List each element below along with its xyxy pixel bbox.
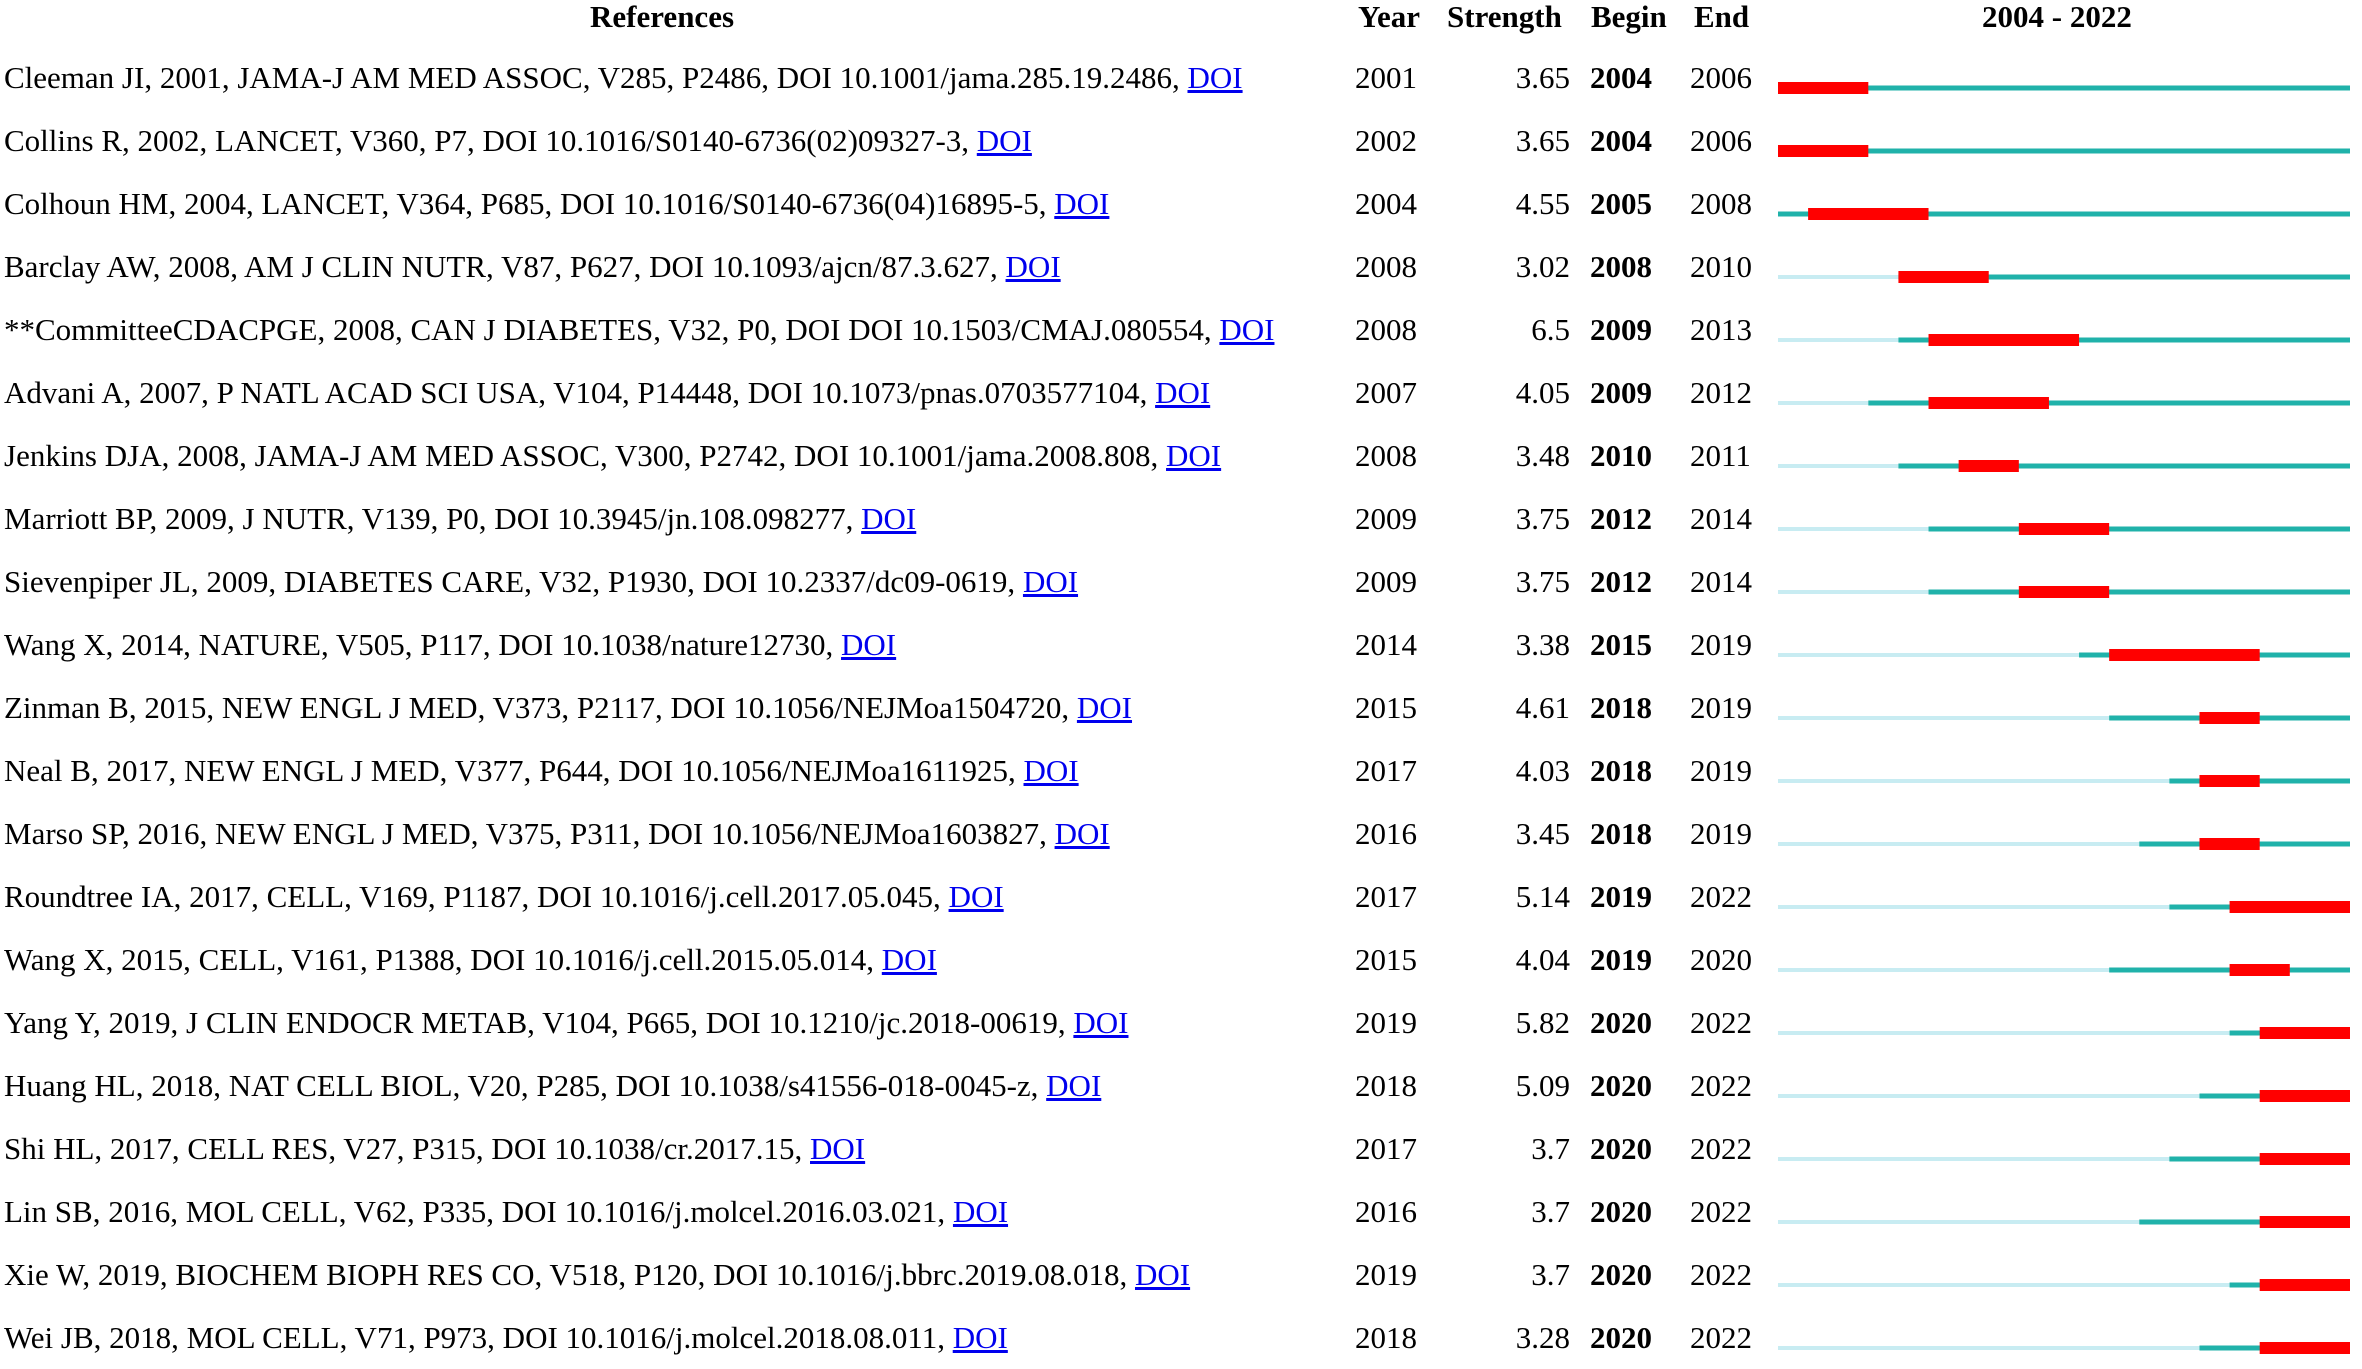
timeline-active-segment <box>1928 526 2350 532</box>
burst-segment <box>2259 1090 2350 1102</box>
timeline-inactive-segment <box>1778 905 2170 909</box>
burst-segment <box>2199 775 2260 787</box>
burst-segment <box>1928 334 2080 346</box>
timeline-inactive-segment <box>1778 1031 2230 1035</box>
burst-segment <box>2259 1279 2350 1291</box>
burst-segment <box>2259 1153 2350 1165</box>
timeline-inactive-segment <box>1778 401 1869 405</box>
burst-segment <box>2018 523 2110 535</box>
burst-segment <box>1928 397 2049 409</box>
burst-segment <box>1958 460 2019 472</box>
timeline-inactive-segment <box>1778 275 1899 279</box>
burst-segment <box>2259 1027 2350 1039</box>
timeline-inactive-segment <box>1778 1220 2140 1224</box>
burst-segment <box>1898 271 1989 283</box>
timeline-inactive-segment <box>1778 842 2140 846</box>
timeline-inactive-segment <box>1778 1346 2200 1350</box>
timeline-inactive-segment <box>1778 338 1899 342</box>
timeline-inactive-segment <box>1778 1094 2200 1098</box>
burst-segment <box>2109 649 2260 661</box>
timeline-inactive-segment <box>1778 527 1929 531</box>
timeline-inactive-segment <box>1778 1283 2230 1287</box>
burst-segment <box>1778 82 1869 94</box>
timeline-inactive-segment <box>1778 464 1899 468</box>
timeline-inactive-segment <box>1778 1157 2170 1161</box>
burst-segment <box>2229 901 2350 913</box>
burst-segment <box>1808 208 1929 220</box>
timeline-inactive-segment <box>1778 590 1929 594</box>
timeline-inactive-segment <box>1778 968 2110 972</box>
burst-segment <box>2259 1342 2350 1354</box>
burst-segment <box>2199 838 2260 850</box>
burst-segment <box>1778 145 1869 157</box>
burst-segment <box>2259 1216 2350 1228</box>
timeline-inactive-segment <box>1778 779 2170 783</box>
burst-timeline <box>1778 82 2350 1354</box>
timeline-inactive-segment <box>1778 716 2110 720</box>
burst-segment <box>2199 712 2260 724</box>
burst-segment <box>2018 586 2110 598</box>
timeline-inactive-segment <box>1778 653 2080 657</box>
timeline-active-segment <box>1928 589 2350 595</box>
burst-segment <box>2229 964 2290 976</box>
